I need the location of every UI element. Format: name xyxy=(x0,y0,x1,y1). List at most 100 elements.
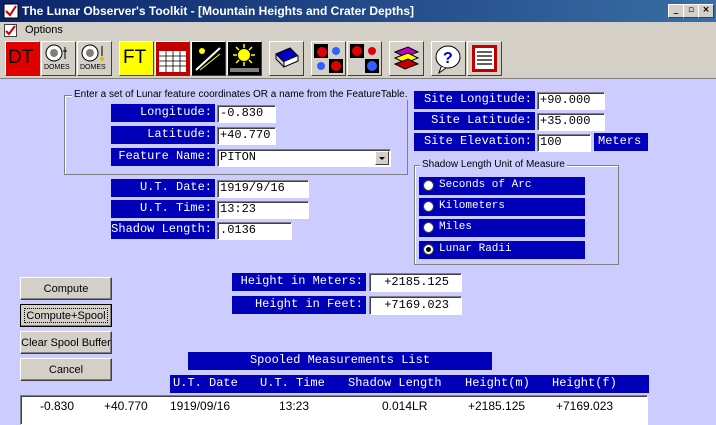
table-row[interactable]: -0.830 +40.770 1919/09/16 13:23 0.014LR … xyxy=(21,398,647,414)
text-display-button[interactable] xyxy=(467,41,502,76)
radio-lunar-radii[interactable]: Lunar Radii xyxy=(419,241,585,259)
terminator-button[interactable] xyxy=(191,41,226,76)
row-date: 1919/09/16 xyxy=(170,399,231,413)
clear-spool-buffer-button[interactable]: Clear Spool Buffer xyxy=(20,331,112,354)
site-latitude-label: Site Latitude: xyxy=(414,112,535,130)
domes-icon-2 xyxy=(81,44,104,62)
radio-label: Seconds of Arc xyxy=(439,179,532,191)
row-time: 13:23 xyxy=(279,399,310,413)
domes-button-1[interactable]: DOMES xyxy=(41,41,76,76)
svg-text:?: ? xyxy=(443,50,453,67)
row-shadow-length: 0.014LR xyxy=(382,399,428,413)
row-longitude: -0.830 xyxy=(40,399,75,413)
title-bar: The Lunar Observer's Toolkit - [Mountain… xyxy=(0,0,716,22)
domes-icon xyxy=(45,44,67,62)
restore-button[interactable]: ▫ xyxy=(683,4,699,18)
dt-button[interactable]: DT xyxy=(5,41,40,76)
moon-terminator-icon xyxy=(195,47,221,71)
radio-seconds-of-arc[interactable]: Seconds of Arc xyxy=(419,177,585,195)
menu-app-icon[interactable] xyxy=(4,24,17,37)
globe-grid-icon xyxy=(314,44,343,73)
header-height-m: Height(m) xyxy=(465,376,530,390)
books-stack-icon xyxy=(393,46,420,70)
height-feet-output: +7169.023 xyxy=(369,296,462,315)
site-elevation-label: Site Elevation: xyxy=(414,133,535,151)
compute-spool-button[interactable]: Compute+Spool xyxy=(20,304,112,327)
radio-kilometers[interactable]: Kilometers xyxy=(419,198,585,216)
site-longitude-label: Site Longitude: xyxy=(414,91,535,109)
radio-button[interactable] xyxy=(423,180,434,191)
radio-label: Kilometers xyxy=(439,200,506,212)
longitude-label: Longitude: xyxy=(111,104,215,122)
radio-label: Miles xyxy=(439,221,473,233)
ft-label: FT xyxy=(123,47,147,68)
cancel-button[interactable]: Cancel xyxy=(20,358,112,381)
height-meters-value: +2185.125 xyxy=(384,275,449,289)
radio-button[interactable] xyxy=(423,222,434,233)
header-shadow-length: Shadow Length xyxy=(348,376,442,390)
book-icon xyxy=(275,47,299,68)
help-icon: ? xyxy=(435,45,461,75)
books-button[interactable] xyxy=(389,41,424,76)
elevation-unit-label: Meters xyxy=(594,133,648,151)
feature-name-label: Feature Name: xyxy=(111,148,215,166)
row-height-m: +2185.125 xyxy=(468,399,526,413)
window-title: The Lunar Observer's Toolkit - [Mountain… xyxy=(22,4,415,18)
shadow-length-input[interactable]: .0136 xyxy=(217,222,292,240)
minimize-button[interactable]: _ xyxy=(668,4,684,18)
chevron-down-icon xyxy=(379,157,385,160)
toolbar: DT DOMES DOMES FT ? xyxy=(0,39,716,79)
globe-button-1[interactable] xyxy=(311,41,346,76)
calendar-button[interactable] xyxy=(155,41,190,76)
shadow-unit-caption: Shadow Length Unit of Measure xyxy=(420,159,567,170)
compute-button[interactable]: Compute xyxy=(20,277,112,300)
ut-date-input[interactable]: 1919/9/16 xyxy=(217,180,309,198)
height-meters-label: Height in Meters: xyxy=(232,273,366,291)
ut-time-input[interactable]: 13:23 xyxy=(217,201,309,219)
close-button[interactable]: × xyxy=(698,4,714,18)
sun-icon xyxy=(230,44,259,72)
globe-grid-icon-2 xyxy=(350,44,379,73)
radio-button-selected[interactable] xyxy=(423,244,434,255)
latitude-label: Latitude: xyxy=(111,126,215,144)
radio-button[interactable] xyxy=(423,201,434,212)
feature-dropdown-button[interactable] xyxy=(375,151,389,165)
site-longitude-input[interactable]: +90.000 xyxy=(537,92,605,110)
globe-button-2[interactable] xyxy=(347,41,382,76)
calendar-icon xyxy=(159,45,186,72)
spool-list[interactable]: -0.830 +40.770 1919/09/16 13:23 0.014LR … xyxy=(20,395,648,425)
sun-button[interactable] xyxy=(227,41,262,76)
ut-date-label: U.T. Date: xyxy=(111,179,215,197)
radio-miles[interactable]: Miles xyxy=(419,219,585,237)
domes-label-2: DOMES xyxy=(80,64,106,71)
shadow-length-label: Shadow Length: xyxy=(111,221,215,239)
ut-time-label: U.T. Time: xyxy=(111,200,215,218)
feature-group-caption: Enter a set of Lunar feature coordinates… xyxy=(72,89,410,100)
site-elevation-input[interactable]: 100 xyxy=(537,134,591,152)
spool-title: Spooled Measurements List xyxy=(188,352,492,370)
longitude-input[interactable]: -0.830 xyxy=(217,105,276,123)
height-feet-label: Height in Feet: xyxy=(232,296,366,314)
site-latitude-input[interactable]: +35.000 xyxy=(537,113,605,131)
row-latitude: +40.770 xyxy=(104,399,148,413)
feature-name-value: PITON xyxy=(220,150,257,164)
domes-label-1: DOMES xyxy=(44,64,70,71)
header-ut-time: U.T. Time xyxy=(260,376,325,390)
domes-button-2[interactable]: DOMES xyxy=(77,41,112,76)
header-ut-date: U.T. Date xyxy=(173,376,238,390)
latitude-input[interactable]: +40.770 xyxy=(217,127,276,145)
height-feet-value: +7169.023 xyxy=(384,298,449,312)
book-button[interactable] xyxy=(269,41,304,76)
ft-button[interactable]: FT xyxy=(119,41,154,76)
feature-name-select[interactable]: PITON xyxy=(217,149,391,167)
radio-label: Lunar Radii xyxy=(439,243,512,255)
menu-options[interactable]: Options xyxy=(25,22,63,39)
row-height-f: +7169.023 xyxy=(556,399,614,413)
spool-header-row: U.T. Date U.T. Time Shadow Length Height… xyxy=(170,375,649,393)
app-icon xyxy=(3,3,19,19)
height-meters-output: +2185.125 xyxy=(369,273,462,292)
help-button[interactable]: ? xyxy=(431,41,466,76)
header-height-f: Height(f) xyxy=(552,376,617,390)
dt-label: DT xyxy=(8,47,34,68)
text-panel-icon xyxy=(472,45,497,72)
